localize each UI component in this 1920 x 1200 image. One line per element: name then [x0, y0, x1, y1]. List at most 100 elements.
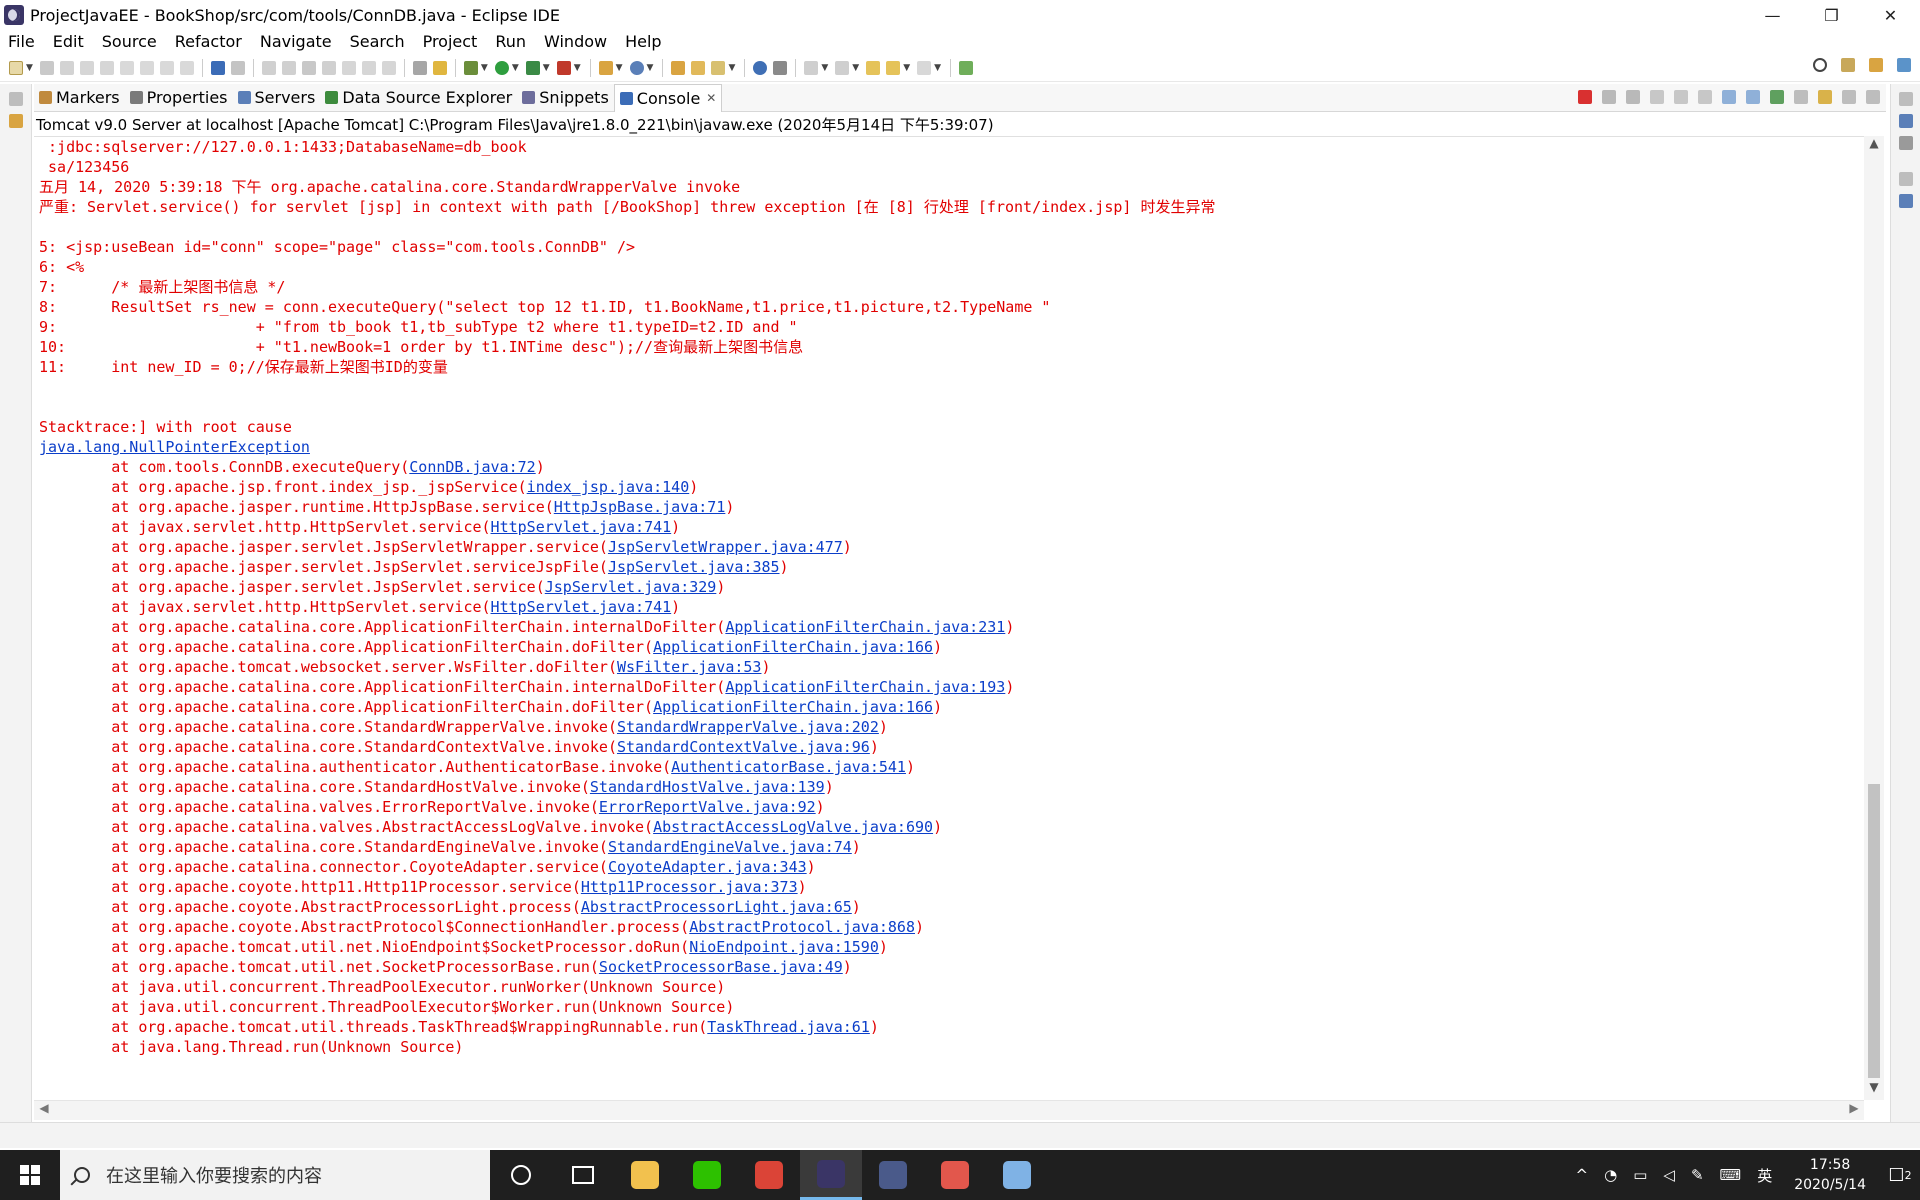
- open-perspective-icon[interactable]: [1841, 58, 1855, 72]
- java-ee-perspective-icon[interactable]: [1869, 58, 1883, 72]
- chevron-down-icon[interactable]: ▼: [574, 63, 581, 73]
- chevron-up-icon[interactable]: ^: [1576, 1166, 1589, 1184]
- stacktrace-link[interactable]: SocketProcessorBase.java:49: [599, 958, 843, 976]
- menu-navigate[interactable]: Navigate: [258, 32, 334, 51]
- step-return-icon[interactable]: [381, 60, 396, 75]
- console-view-icon[interactable]: [210, 60, 225, 75]
- back-icon[interactable]: [886, 60, 901, 75]
- stacktrace-link[interactable]: AuthenticatorBase.java:541: [671, 758, 906, 776]
- search-tool-icon[interactable]: [711, 60, 726, 75]
- suspend-icon[interactable]: [281, 60, 296, 75]
- vertical-scrollbar[interactable]: ▲ ▼: [1864, 136, 1884, 1100]
- taskbar-app-button[interactable]: [986, 1150, 1048, 1200]
- scroll-up-icon[interactable]: ▲: [1864, 136, 1884, 156]
- print-icon[interactable]: [79, 60, 94, 75]
- battery-icon[interactable]: ▭: [1633, 1166, 1647, 1184]
- restore-icon[interactable]: [1898, 172, 1913, 186]
- minimize-view-icon[interactable]: [1842, 90, 1856, 104]
- skip-breakpoints-icon[interactable]: [230, 60, 245, 75]
- stacktrace-link[interactable]: AbstractProcessorLight.java:65: [581, 898, 852, 916]
- chevron-down-icon[interactable]: ▼: [903, 63, 910, 73]
- volume-icon[interactable]: ◁: [1663, 1166, 1675, 1184]
- stacktrace-link[interactable]: ApplicationFilterChain.java:166: [653, 698, 933, 716]
- stacktrace-link[interactable]: JspServlet.java:385: [608, 558, 780, 576]
- scroll-down-icon[interactable]: ▼: [1864, 1080, 1884, 1100]
- word-wrap-icon[interactable]: [1698, 90, 1712, 104]
- open-perspective-dialog-icon[interactable]: [959, 60, 974, 75]
- restore-icon[interactable]: [1898, 92, 1913, 106]
- scroll-right-icon[interactable]: ▶: [1844, 1101, 1864, 1121]
- stacktrace-link[interactable]: Http11Processor.java:373: [581, 878, 798, 896]
- scroll-lock-icon[interactable]: [1674, 90, 1688, 104]
- stacktrace-link[interactable]: ApplicationFilterChain.java:193: [725, 678, 1005, 696]
- tab-data-source-explorer[interactable]: Data Source Explorer: [320, 84, 517, 112]
- horizontal-scrollbar[interactable]: ◀ ▶: [34, 1100, 1864, 1120]
- cortana-button[interactable]: [490, 1150, 552, 1200]
- stacktrace-link[interactable]: ErrorReportValve.java:92: [599, 798, 816, 816]
- save-all-icon[interactable]: [59, 60, 74, 75]
- menu-run[interactable]: Run: [493, 32, 528, 51]
- save-icon[interactable]: [39, 60, 54, 75]
- chevron-down-icon[interactable]: ▼: [481, 63, 488, 73]
- taskbar-app-button[interactable]: [862, 1150, 924, 1200]
- next-edit-icon[interactable]: [804, 60, 819, 75]
- remove-all-launches-icon[interactable]: [1626, 90, 1640, 104]
- step-over-icon[interactable]: [361, 60, 376, 75]
- menu-edit[interactable]: Edit: [51, 32, 86, 51]
- toggle-mark-icon[interactable]: [99, 60, 114, 75]
- task-view-button[interactable]: [552, 1150, 614, 1200]
- stacktrace-link[interactable]: HttpServlet.java:741: [491, 518, 672, 536]
- notification-center-button[interactable]: ☐ 2: [1880, 1150, 1920, 1200]
- taskbar-app-button[interactable]: [800, 1150, 862, 1200]
- maximize-button[interactable]: ❐: [1802, 0, 1861, 30]
- debug-icon[interactable]: [463, 60, 478, 75]
- open-task-icon[interactable]: [691, 60, 706, 75]
- tab-properties[interactable]: Properties: [125, 84, 233, 112]
- scrollbar-thumb[interactable]: [1868, 784, 1880, 1078]
- web-browser-icon[interactable]: [753, 60, 768, 75]
- outline-icon[interactable]: [1898, 114, 1913, 128]
- new-java-project-icon[interactable]: [598, 60, 613, 75]
- new-file-icon[interactable]: [9, 60, 23, 75]
- stacktrace-link[interactable]: java.lang.NullPointerException: [39, 438, 310, 456]
- tab-markers[interactable]: Markers: [34, 84, 125, 112]
- menu-refactor[interactable]: Refactor: [173, 32, 244, 51]
- close-button[interactable]: ✕: [1861, 0, 1920, 30]
- chevron-down-icon[interactable]: ▼: [821, 63, 828, 73]
- drop-to-frame-icon[interactable]: [412, 60, 427, 75]
- taskbar-search-box[interactable]: 在这里输入你要搜索的内容: [60, 1150, 490, 1200]
- display-console-icon[interactable]: [1794, 90, 1808, 104]
- stacktrace-link[interactable]: CoyoteAdapter.java:343: [608, 858, 807, 876]
- stacktrace-link[interactable]: index_jsp.java:140: [527, 478, 690, 496]
- chevron-down-icon[interactable]: ▼: [934, 63, 941, 73]
- clear-console-icon[interactable]: [1650, 90, 1664, 104]
- taskbar-app-button[interactable]: [676, 1150, 738, 1200]
- keyboard-icon[interactable]: ⌨: [1720, 1166, 1742, 1184]
- stacktrace-link[interactable]: HttpServlet.java:741: [491, 598, 672, 616]
- stacktrace-link[interactable]: HttpJspBase.java:71: [554, 498, 726, 516]
- taskbar-app-button[interactable]: [614, 1150, 676, 1200]
- forward-icon[interactable]: [917, 60, 932, 75]
- open-type-icon[interactable]: [671, 60, 686, 75]
- task-list-icon[interactable]: [1898, 136, 1913, 150]
- new-class-icon[interactable]: [629, 60, 644, 75]
- stacktrace-link[interactable]: NioEndpoint.java:1590: [689, 938, 879, 956]
- menu-file[interactable]: File: [6, 32, 37, 51]
- stacktrace-link[interactable]: AbstractProtocol.java:868: [689, 918, 915, 936]
- stacktrace-link[interactable]: StandardContextValve.java:96: [617, 738, 870, 756]
- stacktrace-link[interactable]: StandardHostValve.java:139: [590, 778, 825, 796]
- stacktrace-link[interactable]: ConnDB.java:72: [409, 458, 535, 476]
- terminate-icon[interactable]: [1578, 90, 1592, 104]
- block-select-icon[interactable]: [159, 60, 174, 75]
- minimize-button[interactable]: —: [1743, 0, 1802, 30]
- coverage-icon[interactable]: [525, 60, 540, 75]
- chevron-down-icon[interactable]: ▼: [26, 63, 33, 73]
- stacktrace-link[interactable]: ApplicationFilterChain.java:166: [653, 638, 933, 656]
- ime-indicator[interactable]: 英: [1757, 1165, 1772, 1186]
- stacktrace-link[interactable]: StandardWrapperValve.java:202: [617, 718, 879, 736]
- prev-annotation-icon[interactable]: [139, 60, 154, 75]
- step-into-icon[interactable]: [341, 60, 356, 75]
- stacktrace-link[interactable]: JspServletWrapper.java:477: [608, 538, 843, 556]
- stacktrace-link[interactable]: AbstractAccessLogValve.java:690: [653, 818, 933, 836]
- restore-icon[interactable]: [8, 92, 23, 106]
